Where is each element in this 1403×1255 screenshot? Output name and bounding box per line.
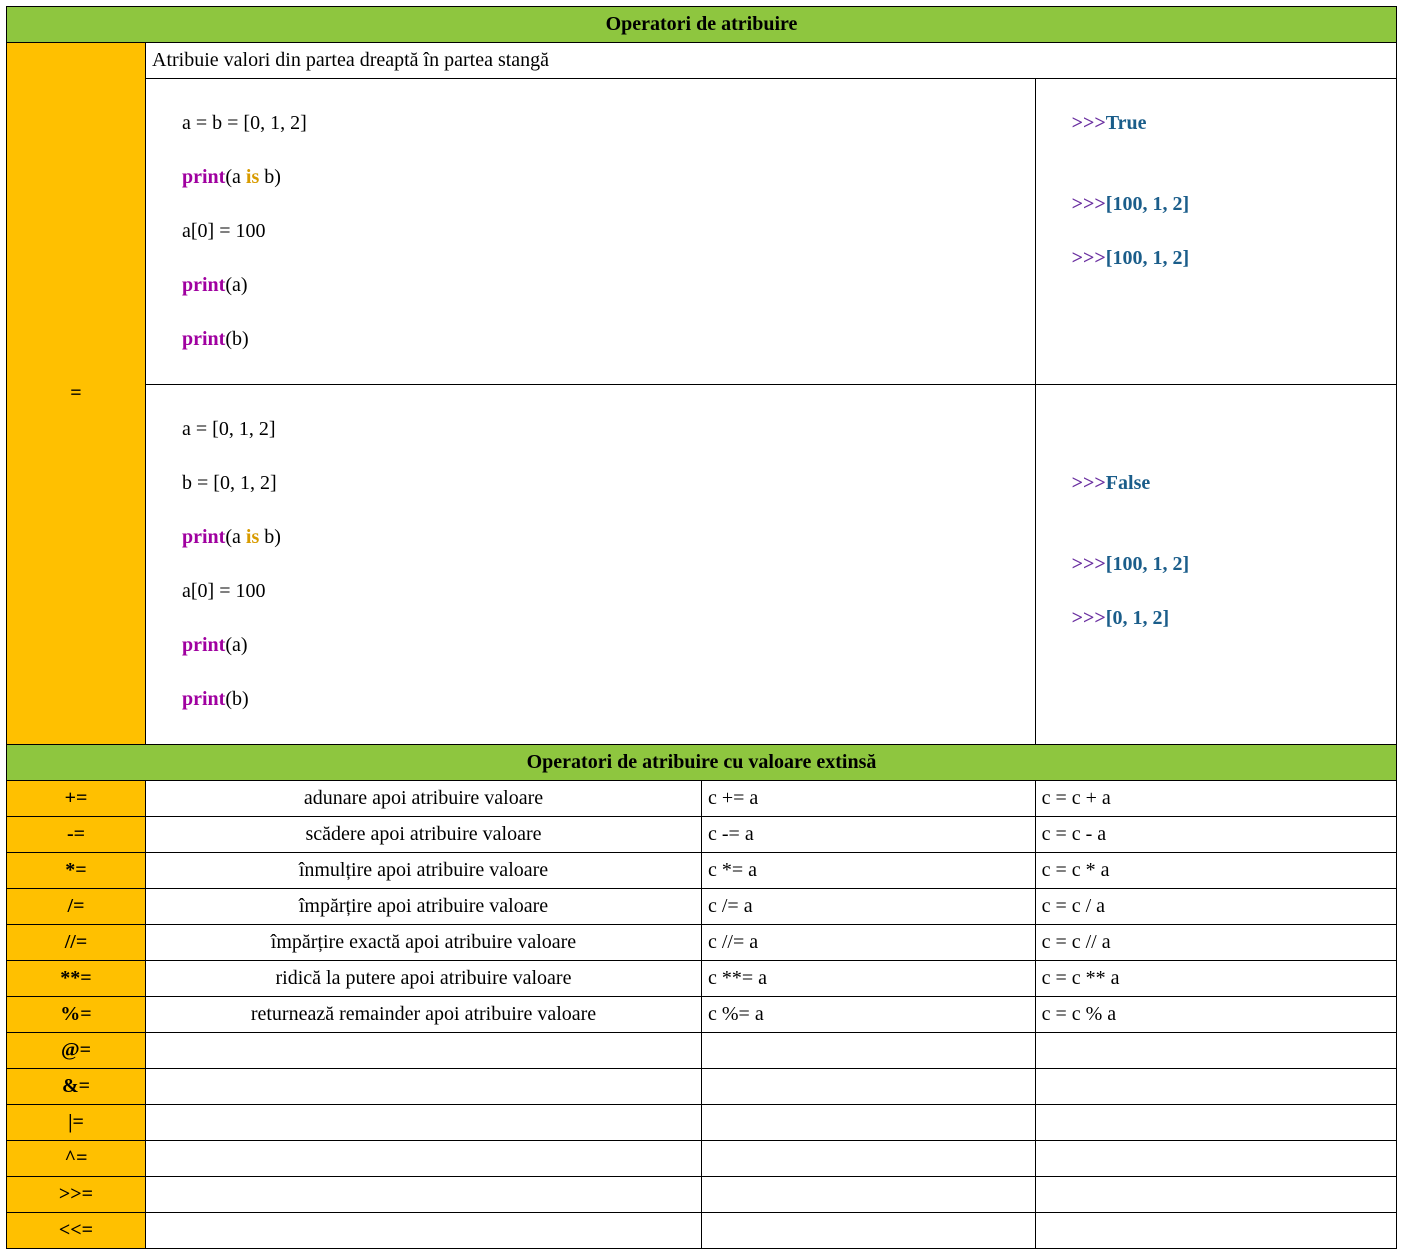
example2-code: a = [0, 1, 2] b = [0, 1, 2] print(a is b… — [146, 385, 1036, 745]
operator-description: scădere apoi atribuire valoare — [146, 817, 702, 853]
operator-equivalent — [1035, 1105, 1396, 1141]
operator-equivalent: c = c // a — [1035, 925, 1396, 961]
table-row: |= — [7, 1105, 1397, 1141]
table-row: /=împărțire apoi atribuire valoarec /= a… — [7, 889, 1397, 925]
operator-usage — [702, 1177, 1036, 1213]
operators-table: Operatori de atribuire = Atribuie valori… — [6, 6, 1397, 1249]
section-header-augmented: Operatori de atribuire cu valoare extins… — [7, 745, 1397, 781]
example1-output: >>>True >>>[100, 1, 2] >>>[100, 1, 2] — [1035, 79, 1396, 385]
operator-symbol: /= — [7, 889, 146, 925]
operator-usage: c *= a — [702, 853, 1036, 889]
operator-equivalent — [1035, 1141, 1396, 1177]
table-row: *=înmulțire apoi atribuire valoarec *= a… — [7, 853, 1397, 889]
operator-description — [146, 1069, 702, 1105]
operator-description — [146, 1213, 702, 1249]
operator-description: înmulțire apoi atribuire valoare — [146, 853, 702, 889]
operator-usage: c //= a — [702, 925, 1036, 961]
operator-description: ridică la putere apoi atribuire valoare — [146, 961, 702, 997]
operator-description — [146, 1177, 702, 1213]
operator-equals: = — [7, 43, 146, 745]
operator-description: returnează remainder apoi atribuire valo… — [146, 997, 702, 1033]
operator-equivalent: c = c * a — [1035, 853, 1396, 889]
operator-usage: c **= a — [702, 961, 1036, 997]
operator-symbol: ^= — [7, 1141, 146, 1177]
operator-usage — [702, 1033, 1036, 1069]
operator-symbol: += — [7, 781, 146, 817]
operator-description: împărțire exactă apoi atribuire valoare — [146, 925, 702, 961]
operator-description — [146, 1105, 702, 1141]
table-row: @= — [7, 1033, 1397, 1069]
table-row: **=ridică la putere apoi atribuire valoa… — [7, 961, 1397, 997]
operator-symbol: |= — [7, 1105, 146, 1141]
operator-symbol: &= — [7, 1069, 146, 1105]
operator-usage: c /= a — [702, 889, 1036, 925]
operator-equivalent: c = c - a — [1035, 817, 1396, 853]
operator-symbol: %= — [7, 997, 146, 1033]
table-row: -=scădere apoi atribuire valoarec -= ac … — [7, 817, 1397, 853]
table-row: >>= — [7, 1177, 1397, 1213]
operator-equivalent: c = c ** a — [1035, 961, 1396, 997]
operator-equivalent — [1035, 1213, 1396, 1249]
operator-equivalent: c = c + a — [1035, 781, 1396, 817]
operator-usage — [702, 1213, 1036, 1249]
operator-usage — [702, 1141, 1036, 1177]
table-row: %=returnează remainder apoi atribuire va… — [7, 997, 1397, 1033]
operator-equivalent — [1035, 1033, 1396, 1069]
operator-usage: c %= a — [702, 997, 1036, 1033]
operator-symbol: **= — [7, 961, 146, 997]
operator-symbol: *= — [7, 853, 146, 889]
example2-output: >>>False >>>[100, 1, 2] >>>[0, 1, 2] — [1035, 385, 1396, 745]
table-row: ^= — [7, 1141, 1397, 1177]
operator-symbol: //= — [7, 925, 146, 961]
example1-code: a = b = [0, 1, 2] print(a is b) a[0] = 1… — [146, 79, 1036, 385]
operator-usage: c -= a — [702, 817, 1036, 853]
equals-description: Atribuie valori din partea dreaptă în pa… — [146, 43, 1397, 79]
table-row: &= — [7, 1069, 1397, 1105]
operator-usage — [702, 1105, 1036, 1141]
operator-equivalent — [1035, 1069, 1396, 1105]
table-row: <<= — [7, 1213, 1397, 1249]
operator-equivalent: c = c % a — [1035, 997, 1396, 1033]
table-row: +=adunare apoi atribuire valoarec += ac … — [7, 781, 1397, 817]
operator-symbol: @= — [7, 1033, 146, 1069]
operator-symbol: -= — [7, 817, 146, 853]
operator-equivalent — [1035, 1177, 1396, 1213]
section-header-assignment: Operatori de atribuire — [7, 7, 1397, 43]
operator-description — [146, 1033, 702, 1069]
operator-symbol: >>= — [7, 1177, 146, 1213]
operator-usage — [702, 1069, 1036, 1105]
operator-symbol: <<= — [7, 1213, 146, 1249]
operator-usage: c += a — [702, 781, 1036, 817]
operator-equivalent: c = c / a — [1035, 889, 1396, 925]
operator-description: împărțire apoi atribuire valoare — [146, 889, 702, 925]
operator-description: adunare apoi atribuire valoare — [146, 781, 702, 817]
table-row: //=împărțire exactă apoi atribuire valoa… — [7, 925, 1397, 961]
operator-description — [146, 1141, 702, 1177]
